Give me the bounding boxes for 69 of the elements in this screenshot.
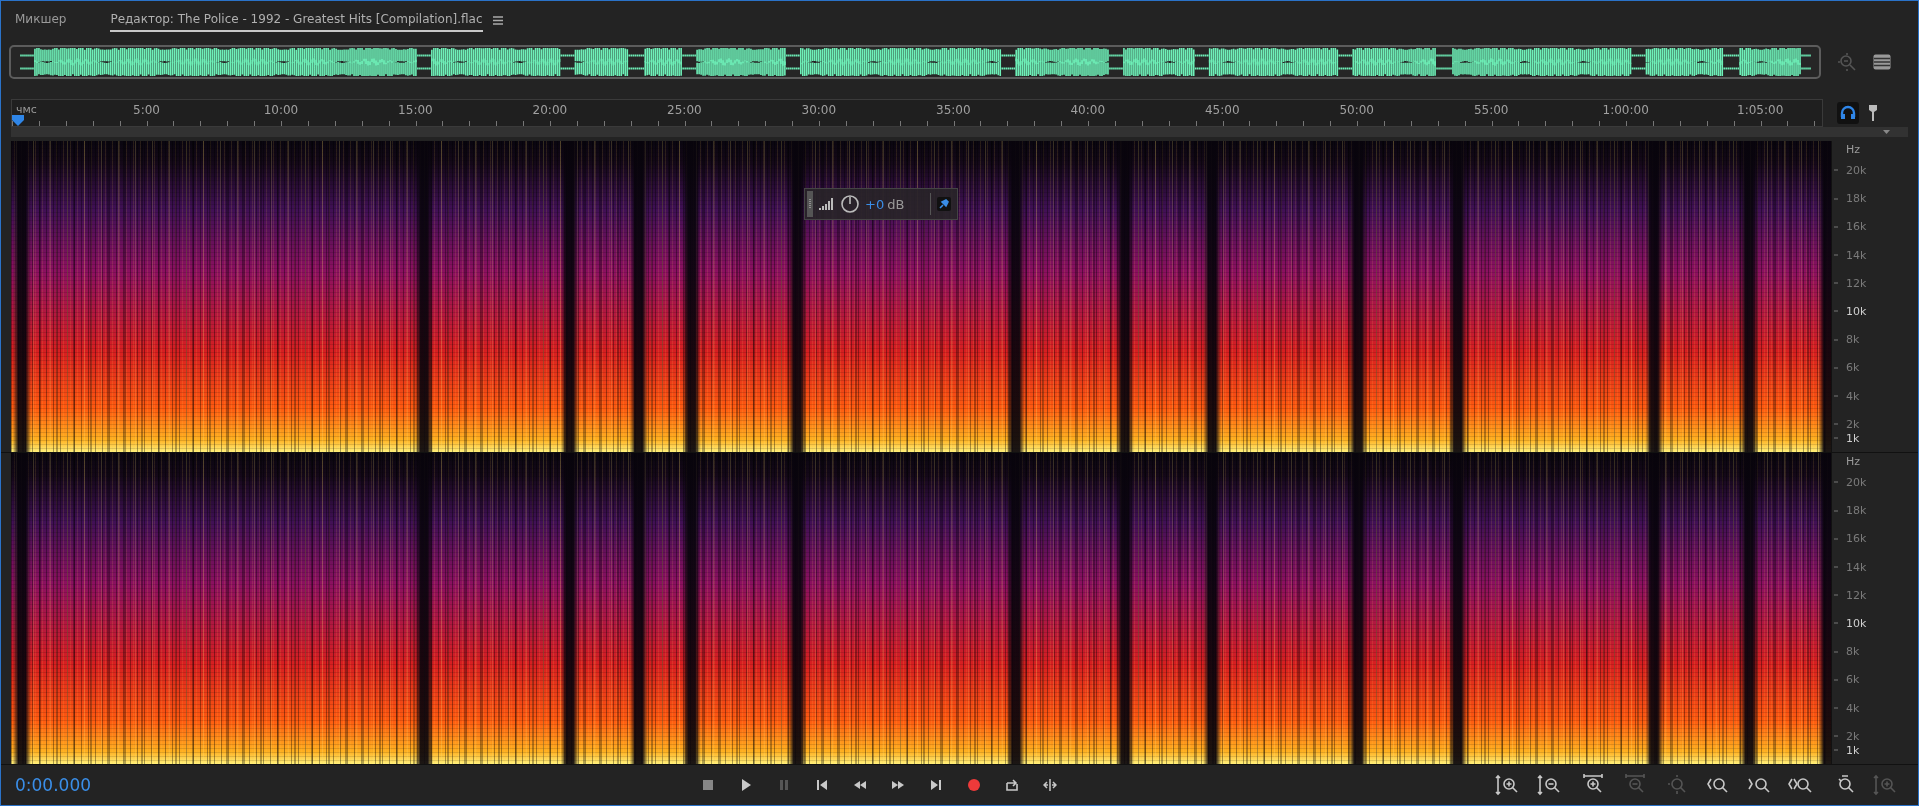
time-ruler[interactable]: чмс 5:00 10:00 15:00 20:00 25:00 30:00 35:00 40:00 45:00 50:00 55:00 1:00:00 1:05:00 xyxy=(11,99,1823,127)
frequency-tick-label: 20k xyxy=(1834,475,1867,489)
frequency-unit-label: Hz xyxy=(1846,143,1861,156)
zoom-out-amplitude-icon xyxy=(1536,774,1562,796)
panel-tab[interactable]: Микшер xyxy=(15,8,67,32)
time-tick-label: 50:00 xyxy=(1339,103,1374,117)
current-time-display: 0:00.000 xyxy=(15,775,93,795)
time-tick-label: 1:00:00 xyxy=(1602,103,1649,117)
marker-pin-icon[interactable] xyxy=(1869,105,1877,121)
frequency-tick-label: 16k xyxy=(1834,531,1867,545)
pause-icon xyxy=(777,778,791,792)
menu-icon[interactable] xyxy=(492,15,503,25)
spectrogram-drawing[interactable] xyxy=(11,141,1831,452)
frequency-tick-label: 10k xyxy=(1834,304,1867,318)
fast-forward-icon xyxy=(891,778,905,792)
list-icon[interactable] xyxy=(1873,54,1891,70)
signal-level-icon xyxy=(819,198,835,210)
to-end-icon xyxy=(929,778,943,792)
spectrogram-drawing[interactable] xyxy=(11,453,1831,764)
time-unit-label: чмс xyxy=(16,103,37,116)
time-tick-label: 40:00 xyxy=(1070,103,1106,117)
time-tick-label: 45:00 xyxy=(1204,103,1240,117)
gain-value[interactable]: +0 xyxy=(865,196,885,212)
gain-unit-label: dB xyxy=(887,196,905,212)
waveform-overview[interactable] xyxy=(9,45,1821,79)
frequency-tick-label: 1k xyxy=(1834,743,1860,757)
frequency-tick-label: 10k xyxy=(1834,616,1867,630)
frequency-tick-label: 6k xyxy=(1834,672,1860,686)
record-icon xyxy=(967,778,981,792)
time-tick-label: 1:05:00 xyxy=(1737,103,1784,117)
stop-icon xyxy=(701,778,715,792)
frequency-tick-label: 8k xyxy=(1834,332,1860,346)
frequency-tick-label: 12k xyxy=(1834,276,1867,290)
frequency-tick-label: 16k xyxy=(1834,219,1867,233)
frequency-tick-label: 2k xyxy=(1834,417,1860,431)
frequency-tick-label: 18k xyxy=(1834,503,1867,517)
to-start-icon xyxy=(815,778,829,792)
zoom-in-amplitude-icon xyxy=(1494,774,1520,796)
time-tick-label: 55:00 xyxy=(1473,103,1509,117)
skip-icon xyxy=(1043,778,1057,792)
time-tick-label: 30:00 xyxy=(801,103,837,117)
time-tick-label: 25:00 xyxy=(667,103,702,117)
time-tick-label: 5:00 xyxy=(133,103,160,117)
grip-icon[interactable] xyxy=(807,191,813,217)
frequency-tick-label: 4k xyxy=(1834,389,1860,403)
headphones-icon[interactable] xyxy=(1837,102,1859,124)
frequency-tick-label: 2k xyxy=(1834,729,1860,743)
time-tick-label: 10:00 xyxy=(263,103,299,117)
frequency-tick-label: 6k xyxy=(1834,360,1860,374)
frequency-tick-label: 18k xyxy=(1834,191,1867,205)
frequency-tick-label: 14k xyxy=(1834,248,1867,262)
loop-icon xyxy=(1005,778,1019,792)
dropdown-caret-icon[interactable] xyxy=(1883,130,1890,134)
rewind-icon xyxy=(853,778,867,792)
volume-knob-icon[interactable] xyxy=(841,195,859,213)
zoom-in-frequency-icon xyxy=(1872,774,1898,796)
panel-tab[interactable]: Редактор: The Police - 1992 - Greatest Hits [Compilation].flac xyxy=(110,8,483,32)
frequency-tick-label: 12k xyxy=(1834,588,1867,602)
time-tick-label: 20:00 xyxy=(532,103,568,117)
pin-icon[interactable] xyxy=(937,197,952,211)
frequency-unit-label: Hz xyxy=(1846,455,1861,468)
play-icon xyxy=(739,778,753,792)
frequency-tick-label: 20k xyxy=(1834,163,1867,177)
frequency-tick-label: 4k xyxy=(1834,701,1860,715)
frequency-tick-label: 14k xyxy=(1834,560,1867,574)
frequency-tick-label: 1k xyxy=(1834,431,1860,445)
time-tick-label: 15:00 xyxy=(398,103,433,117)
time-tick-label: 35:00 xyxy=(936,103,971,117)
frequency-tick-label: 8k xyxy=(1834,644,1860,658)
